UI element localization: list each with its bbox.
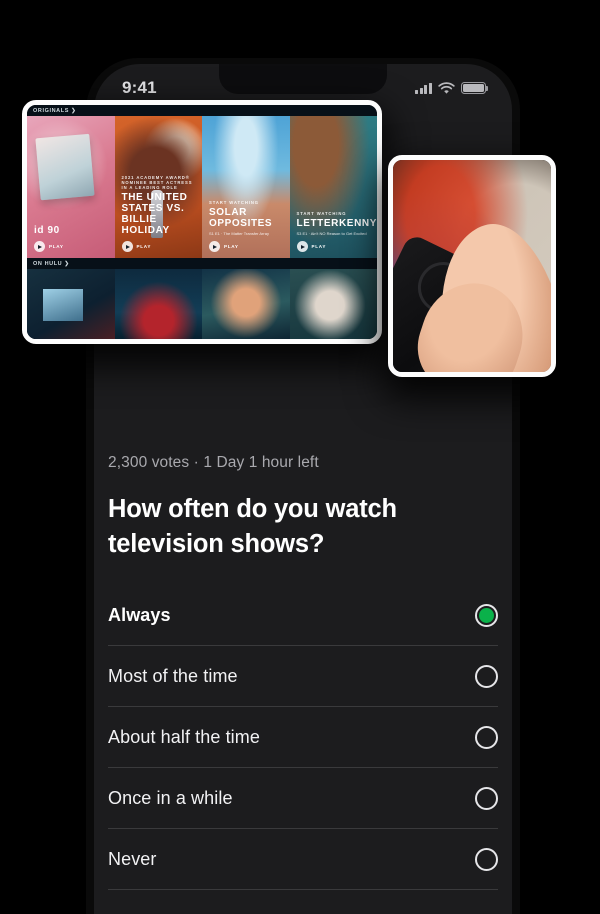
battery-icon: [461, 82, 489, 94]
poll-option-about-half-the-time[interactable]: About half the time: [108, 707, 498, 769]
tile-caption: START WATCHING LETTERKENNY S3 E1 · Ain't…: [296, 211, 377, 236]
tile-title: id 90: [34, 225, 60, 236]
play-icon: [34, 241, 45, 252]
play-control[interactable]: PLAY: [34, 241, 64, 252]
play-control[interactable]: PLAY: [296, 241, 327, 252]
option-label: Most of the time: [108, 665, 238, 686]
play-icon: [121, 241, 133, 252]
tile-eyebrow: START WATCHING: [296, 211, 347, 216]
poll-container: 2,300 votes · 1 Day 1 hour left How ofte…: [94, 436, 512, 914]
play-label: PLAY: [224, 244, 239, 249]
option-label: Always: [108, 604, 171, 625]
streaming-app-screenshot-card[interactable]: ORIGINALS ❯ id 90 PLAY 2021 ACADEMY AWAR…: [22, 100, 382, 344]
tile-caption: START WATCHING SOLAR OPPOSITES S1 E1 · T…: [209, 200, 284, 236]
option-label: About half the time: [108, 726, 260, 747]
tile-caption: id 90: [34, 223, 109, 236]
media-tile[interactable]: [27, 269, 115, 339]
status-indicators: [415, 78, 489, 95]
poster-art: [27, 116, 115, 258]
tile-eyebrow: START WATCHING: [209, 200, 259, 205]
poll-option-always[interactable]: Always: [108, 585, 498, 647]
tile-title: THE UNITED STATES VS. BILLIE HOLIDAY: [121, 192, 188, 236]
play-control[interactable]: PLAY: [209, 241, 239, 252]
poll-option-once-in-a-while[interactable]: Once in a while: [108, 768, 498, 830]
poster-art: [289, 116, 377, 258]
screenshot-root: 9:41 Submit 2,300 votes · 1 Day 1 hour l…: [0, 0, 600, 914]
streaming-app-ui: ORIGINALS ❯ id 90 PLAY 2021 ACADEMY AWAR…: [27, 105, 377, 339]
media-tile[interactable]: [202, 269, 290, 339]
tv-remote-photo-card[interactable]: [388, 155, 556, 377]
play-label: PLAY: [136, 244, 152, 249]
play-icon: [296, 241, 308, 252]
radio-button[interactable]: [475, 664, 498, 688]
poll-options: Always Most of the time About half the t…: [108, 585, 498, 891]
poll-option-never[interactable]: Never: [108, 829, 498, 891]
option-label: Never: [108, 848, 157, 869]
play-label: PLAY: [49, 244, 64, 249]
media-tile[interactable]: [289, 269, 377, 339]
radio-button[interactable]: [475, 786, 498, 810]
play-icon: [209, 241, 220, 252]
radio-button[interactable]: [475, 847, 498, 871]
tile-title: LETTERKENNY: [296, 218, 377, 229]
tile-title: SOLAR OPPOSITES: [209, 207, 273, 229]
media-tile[interactable]: START WATCHING LETTERKENNY S3 E1 · Ain't…: [289, 116, 377, 258]
radio-button[interactable]: [475, 725, 498, 749]
tv-remote-photo: [393, 160, 551, 372]
poster-art: [202, 116, 290, 258]
play-control[interactable]: PLAY: [121, 241, 152, 252]
poll-option-most-of-the-time[interactable]: Most of the time: [108, 646, 498, 708]
wifi-icon: [438, 81, 455, 94]
row-header-originals: ORIGINALS ❯: [33, 108, 77, 114]
poll-meta: 2,300 votes · 1 Day 1 hour left: [108, 454, 319, 471]
option-label: Once in a while: [108, 787, 233, 808]
media-tile[interactable]: [114, 269, 202, 339]
row-header-on-hulu: ON HULU ❯: [33, 261, 70, 267]
play-label: PLAY: [311, 244, 327, 249]
poll-question: How often do you watch television shows?: [108, 495, 397, 558]
tile-eyebrow: 2021 ACADEMY AWARD® NOMINEE BEST ACTRESS…: [121, 175, 193, 190]
media-tile[interactable]: 2021 ACADEMY AWARD® NOMINEE BEST ACTRESS…: [114, 116, 202, 258]
radio-button-selected[interactable]: [475, 603, 498, 627]
tile-caption: 2021 ACADEMY AWARD® NOMINEE BEST ACTRESS…: [122, 175, 197, 236]
tile-subtitle: S1 E1 · The Matter Transfer Array: [209, 231, 269, 236]
tile-subtitle: S3 E1 · Ain't NO Reason to Get Excited: [296, 231, 367, 236]
media-tile[interactable]: id 90 PLAY: [27, 116, 115, 258]
cellular-signal-icon: [415, 82, 432, 94]
status-time: 9:41: [122, 78, 157, 97]
media-tile-row-2: [27, 269, 377, 339]
media-tile[interactable]: START WATCHING SOLAR OPPOSITES S1 E1 · T…: [202, 116, 290, 258]
media-tile-row-1: id 90 PLAY 2021 ACADEMY AWARD® NOMINEE B…: [27, 116, 377, 258]
